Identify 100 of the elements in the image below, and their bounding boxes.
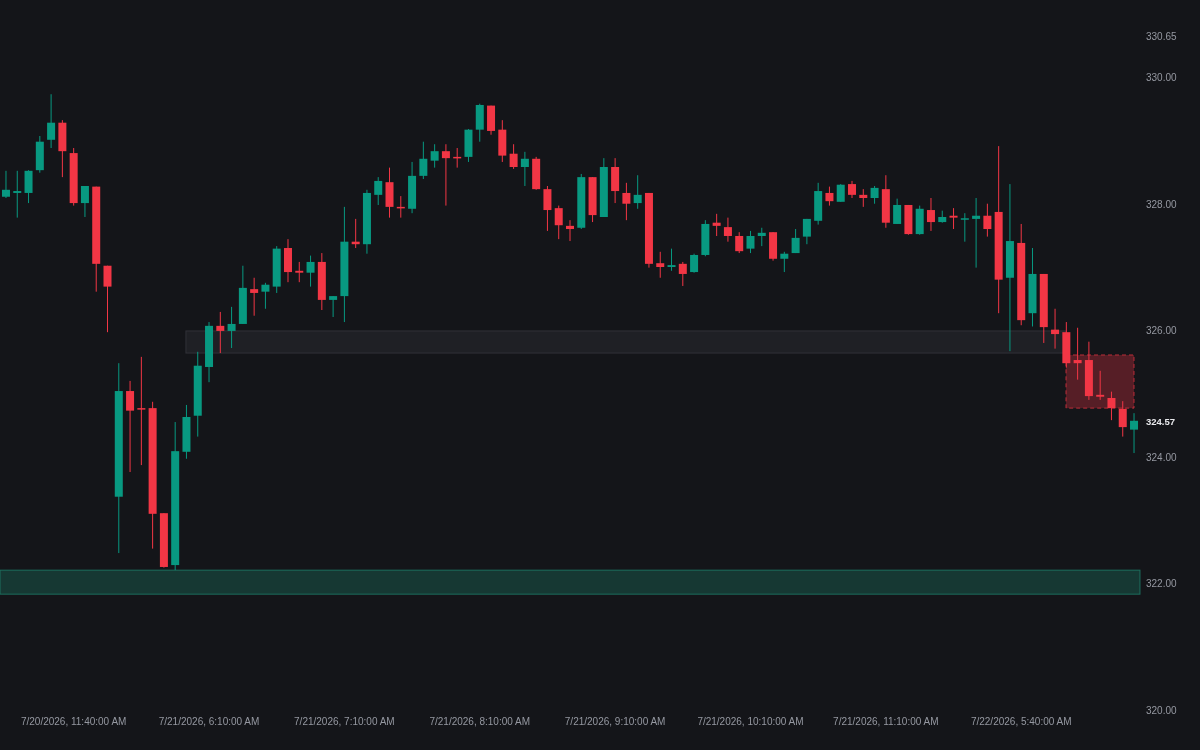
time-axis-label: 7/21/2026, 11:10:00 AM	[833, 716, 939, 727]
candlestick	[284, 238, 292, 283]
candlestick	[374, 176, 383, 206]
candlestick	[441, 143, 450, 207]
candlestick	[1118, 400, 1127, 438]
candlestick	[227, 306, 236, 349]
price-axis-label: 320.00	[1146, 705, 1177, 716]
candlestick	[216, 311, 225, 354]
candlestick	[926, 197, 935, 232]
candlestick	[859, 188, 868, 208]
candlestick	[351, 218, 360, 249]
candlestick	[487, 105, 496, 136]
candlestick	[701, 219, 710, 257]
candlestick	[960, 212, 969, 243]
time-axis-label: 7/20/2026, 11:40:00 AM	[20, 716, 127, 727]
candlestick	[408, 161, 417, 214]
candlestick	[836, 183, 845, 203]
candlestick	[611, 157, 620, 204]
candlestick	[69, 147, 78, 207]
price-axis-label: 328.00	[1146, 198, 1177, 210]
candlestick	[2, 170, 10, 199]
candlestick	[250, 277, 259, 317]
candlestick	[972, 197, 981, 269]
candlestick	[938, 210, 947, 224]
candlestick	[588, 176, 597, 223]
candlestick	[238, 265, 247, 325]
candlestick	[712, 213, 721, 237]
price-axis-label: 324.00	[1146, 451, 1177, 463]
candlestick	[678, 261, 687, 287]
candlestick	[329, 295, 338, 318]
candlestick	[532, 156, 541, 191]
candlestick	[881, 174, 890, 229]
candlestick	[949, 207, 958, 230]
candlestick	[35, 135, 44, 174]
candlestick	[1051, 308, 1060, 350]
candlestick	[1062, 321, 1071, 369]
candlestick	[24, 169, 33, 204]
candlestick	[577, 173, 586, 230]
price-axis-label: 330.00	[1146, 72, 1177, 84]
candlestick	[566, 219, 574, 242]
candlestick	[306, 255, 315, 288]
price-axis-label: 330.65	[1146, 31, 1177, 42]
candlestick	[757, 227, 766, 247]
candlestick	[396, 195, 405, 219]
candlestick	[554, 205, 563, 240]
candlestick	[520, 151, 529, 187]
time-axis-label: 7/21/2026, 10:10:00 AM	[697, 716, 804, 727]
candlestick	[362, 189, 371, 255]
candlestick	[159, 512, 168, 569]
candlestick	[430, 143, 439, 169]
candlestick	[983, 203, 992, 238]
candlestick	[1073, 327, 1082, 381]
candlestick	[599, 157, 608, 218]
candlestick	[769, 231, 778, 262]
current-price-label: 324.57	[1146, 415, 1176, 427]
candlestick	[419, 141, 428, 180]
candlestick	[272, 245, 281, 294]
candlestick	[633, 174, 642, 210]
time-axis-label: 7/21/2026, 9:10:00 AM	[564, 716, 666, 727]
candlestick	[870, 185, 879, 205]
candlestick	[848, 180, 856, 199]
candlestick	[13, 170, 22, 219]
candlestick	[317, 252, 326, 311]
candlestick	[802, 218, 811, 245]
candlestick	[103, 265, 112, 333]
candlestick	[622, 182, 631, 221]
candlestick	[385, 167, 394, 219]
candlestick	[656, 251, 665, 279]
candlestick	[667, 248, 676, 272]
candlestick	[893, 198, 902, 225]
candlestick	[509, 143, 518, 170]
candlestick	[1096, 370, 1105, 401]
candlestick	[453, 147, 462, 169]
candlestick	[47, 93, 56, 149]
time-axis-label: 7/21/2026, 7:10:00 AM	[294, 716, 395, 727]
time-axis-label: 7/21/2026, 6:10:00 AM	[158, 716, 260, 727]
candlestick	[904, 204, 913, 236]
time-axis-label: 7/22/2026, 5:40:00 AM	[970, 716, 1072, 727]
candlestick	[1039, 273, 1048, 344]
candlestick	[475, 103, 484, 143]
candlestick	[182, 404, 191, 460]
price-axis-label: 322.00	[1146, 578, 1177, 590]
time-axis-label: 7/21/2026, 8:10:00 AM	[429, 716, 531, 727]
candlestick	[723, 217, 732, 243]
candlestick	[58, 119, 67, 178]
candlestick	[295, 261, 304, 283]
candlestick	[915, 205, 924, 236]
candlestick	[1107, 391, 1116, 421]
candlestick	[690, 253, 699, 274]
candlestick	[814, 182, 823, 226]
candlestick	[1130, 412, 1138, 454]
candlestick	[780, 251, 789, 273]
candlestick	[735, 231, 744, 254]
candlestick	[205, 321, 214, 383]
candlestick	[825, 186, 834, 207]
candlestick	[746, 230, 755, 254]
candlestick	[1084, 341, 1093, 401]
price-axis-label: 326.00	[1146, 325, 1177, 337]
candlestick	[543, 185, 552, 232]
candlestick	[498, 119, 507, 163]
